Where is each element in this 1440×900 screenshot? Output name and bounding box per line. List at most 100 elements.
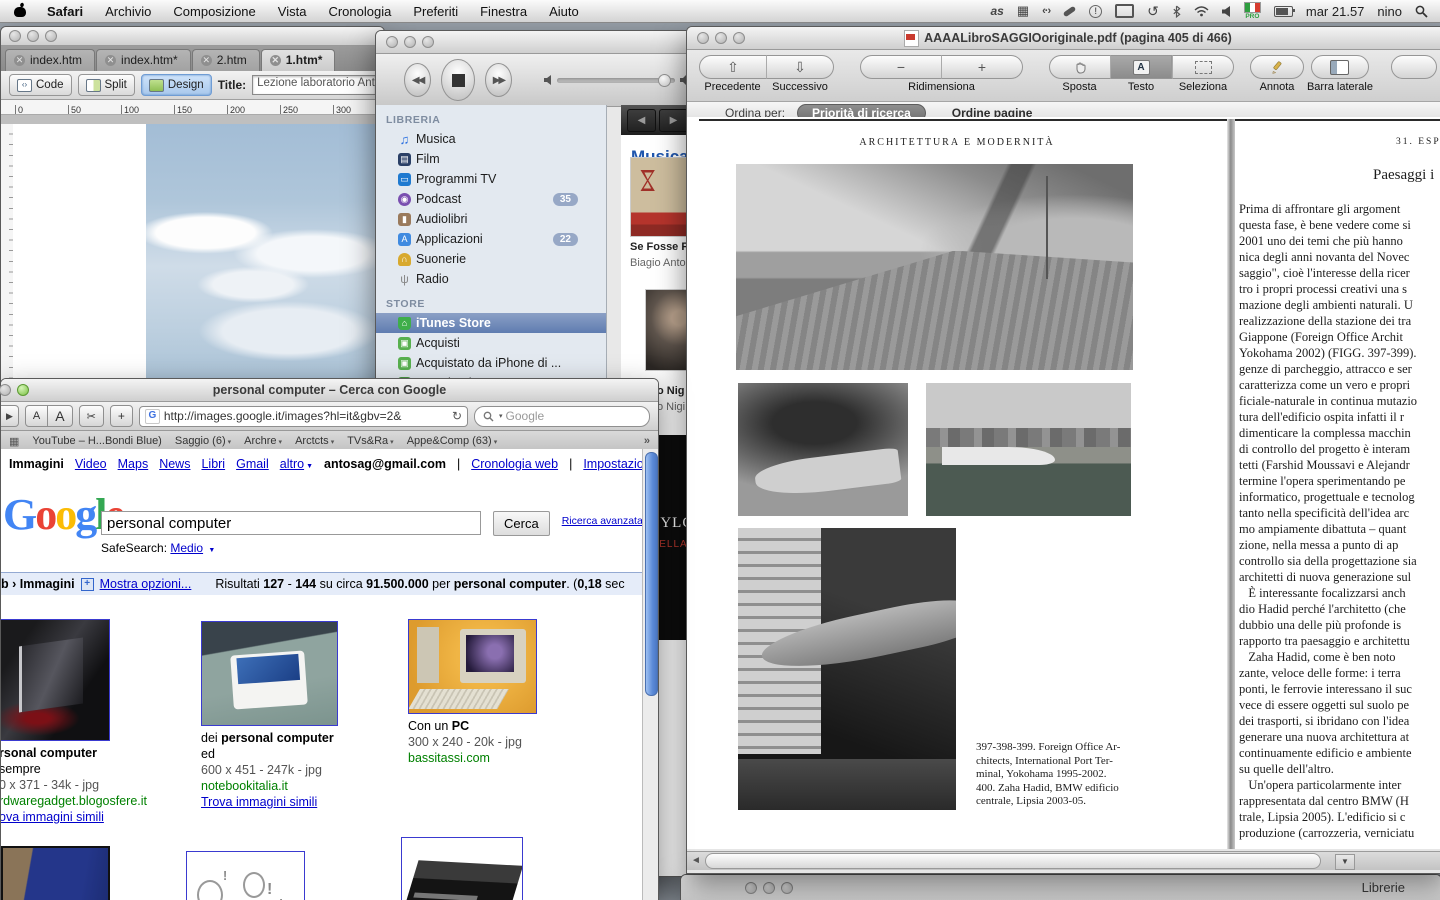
album-cover[interactable] [630,157,692,237]
annotate-button[interactable]: Annota [1250,55,1304,93]
reload-icon[interactable]: ↻ [452,409,462,423]
sync-alert-icon[interactable]: ! [1089,5,1102,18]
next-track-button[interactable]: ▶▶ [485,63,512,97]
clip-button[interactable]: ✂ [79,405,104,427]
volume-knob[interactable] [658,74,671,87]
album-cover[interactable] [645,289,692,371]
forward-button[interactable]: ▶ [1,405,19,427]
zoom-out-icon[interactable]: − [860,55,941,79]
menu-item[interactable]: Vista [267,4,318,19]
italian-flag-pro-icon[interactable]: PRO [1244,2,1261,21]
album-artist[interactable]: Biagio Anto [630,257,686,269]
close-tab-icon[interactable]: ✕ [201,55,212,66]
bookmark-folder[interactable]: Archre▾ [244,435,282,447]
apple-menu-icon[interactable] [14,4,26,18]
minimize-button[interactable] [404,36,416,48]
menu-item[interactable]: Finestra [469,4,538,19]
web-history-link[interactable]: Cronologia web [471,457,558,471]
minimize-button[interactable] [27,30,39,42]
close-tab-icon[interactable]: ✕ [105,55,116,66]
nav-altro[interactable]: altro▼ [280,457,313,471]
result-thumbnail[interactable] [1,619,110,741]
document-title-field[interactable]: Lezione laboratorio Antonino S [252,75,376,95]
sidebar-item-musica[interactable]: ♫ Musica [376,129,606,149]
expand-options-icon[interactable]: + [81,578,94,591]
search-field[interactable]: ▾ Google [474,406,650,427]
select-tool-button[interactable]: Seleziona [1172,55,1234,93]
previous-page-button[interactable]: ⇧ Precedente [699,55,766,93]
resize-control[interactable]: − + Ridimensiona [860,55,1023,93]
back-button[interactable]: ◀ [627,109,656,132]
menu-item[interactable]: Preferiti [402,4,469,19]
next-page-button[interactable]: ⇩ Successivo [766,55,834,93]
scroll-left-arrow[interactable]: ◄ [691,855,701,866]
show-options-link[interactable]: Mostra opzioni... [100,577,192,591]
scrollbar-thumb[interactable] [645,452,658,696]
close-tab-icon[interactable]: ✕ [270,55,281,66]
menu-item[interactable]: Safari [36,4,94,19]
sidebar-toggle-button[interactable]: Barra laterale [1307,55,1373,93]
sidebar-item-programmi-tv[interactable]: ▭ Programmi TV [376,169,606,189]
minimize-button[interactable] [763,882,775,894]
advanced-search-link[interactable]: Ricerca avanzata [562,515,643,527]
bookmark-folder[interactable]: Saggio (6)▾ [175,435,231,447]
menu-clock[interactable]: mar 21.57 [1306,4,1365,19]
sidebar-item-acquistato-iphone[interactable]: ▣ Acquistato da iPhone di ... [376,353,606,373]
bookmark-folder[interactable]: TVs&Ra▾ [347,435,393,447]
album-title[interactable]: Se Fosse F [630,241,688,253]
result-thumbnail[interactable] [401,837,523,900]
nav-gmail[interactable]: Gmail [236,457,269,471]
zoom-button[interactable] [422,36,434,48]
volume-slider[interactable] [557,78,675,83]
larger-text-button[interactable]: A [48,405,72,427]
bookmark-folder[interactable]: Arctcts▾ [295,435,334,447]
menu-item[interactable]: Archivio [94,4,162,19]
menu-item[interactable]: Composizione [162,4,266,19]
volume-control[interactable] [544,75,692,85]
zoom-in-icon[interactable]: + [941,55,1023,79]
phone-icon[interactable] [1063,9,1076,14]
sidebar-item-applicazioni[interactable]: A Applicazioni 22 [376,229,606,249]
time-machine-icon[interactable]: ↺ [1147,3,1159,20]
nav-libri[interactable]: Libri [201,457,225,471]
zoom-button[interactable] [781,882,793,894]
account-email[interactable]: antosag@gmail.com [324,457,446,471]
nav-news[interactable]: News [159,457,190,471]
move-tool-button[interactable]: Sposta [1049,55,1110,93]
nav-maps[interactable]: Maps [118,457,149,471]
result-thumbnail[interactable] [1,846,110,900]
similar-images-link[interactable]: Trova immagini simili [201,794,341,810]
result-thumbnail[interactable]: ! ! ! [186,851,305,900]
search-button[interactable]: Cerca [493,511,550,536]
album-title[interactable]: o Nig [657,385,685,397]
editor-tab[interactable]: ✕ 2.htm [192,49,260,71]
safesearch-level-link[interactable]: Medio [170,541,203,555]
sidebar-item-itunes-store[interactable]: ⌂ iTunes Store [376,313,606,333]
design-canvas[interactable] [13,124,384,383]
design-view-button[interactable]: Design [141,74,212,96]
nav-video[interactable]: Video [75,457,107,471]
sidebar-item-audiolibri[interactable]: ▮ Audiolibri [376,209,606,229]
battery-icon[interactable] [1274,6,1293,17]
page-dropdown-button[interactable]: ▼ [1335,854,1355,870]
url-text[interactable]: http://images.google.it/images?hl=it&gbv… [164,409,448,423]
text-tool-button[interactable]: A Testo [1110,55,1172,93]
smaller-text-button[interactable]: A [25,405,48,427]
search-input[interactable] [101,511,481,535]
result-thumbnail[interactable] [201,621,338,726]
page-scrollbar[interactable] [642,449,658,900]
forward-button[interactable]: ▶ [659,109,688,132]
sidebar-item-suonerie[interactable]: ∩ Suonerie [376,249,606,269]
sidebar-item-film[interactable]: ▤ Film [376,149,606,169]
volume-menu-icon[interactable] [1222,6,1231,17]
sidebar-item-acquisti[interactable]: ▣ Acquisti [376,333,606,353]
zoom-button[interactable] [45,30,57,42]
address-bar[interactable]: G http://images.google.it/images?hl=it&g… [139,406,468,427]
wifi-icon[interactable] [1194,6,1209,17]
partial-toolbar-button[interactable] [1391,55,1437,79]
grid-icon[interactable]: ▦ [1017,3,1029,19]
bookmarks-grid-icon[interactable]: ▦ [9,435,19,448]
split-view-button[interactable]: Split [78,74,135,96]
editor-tab[interactable]: ✕ index.htm [5,49,95,71]
user-menu[interactable]: nino [1377,4,1402,19]
